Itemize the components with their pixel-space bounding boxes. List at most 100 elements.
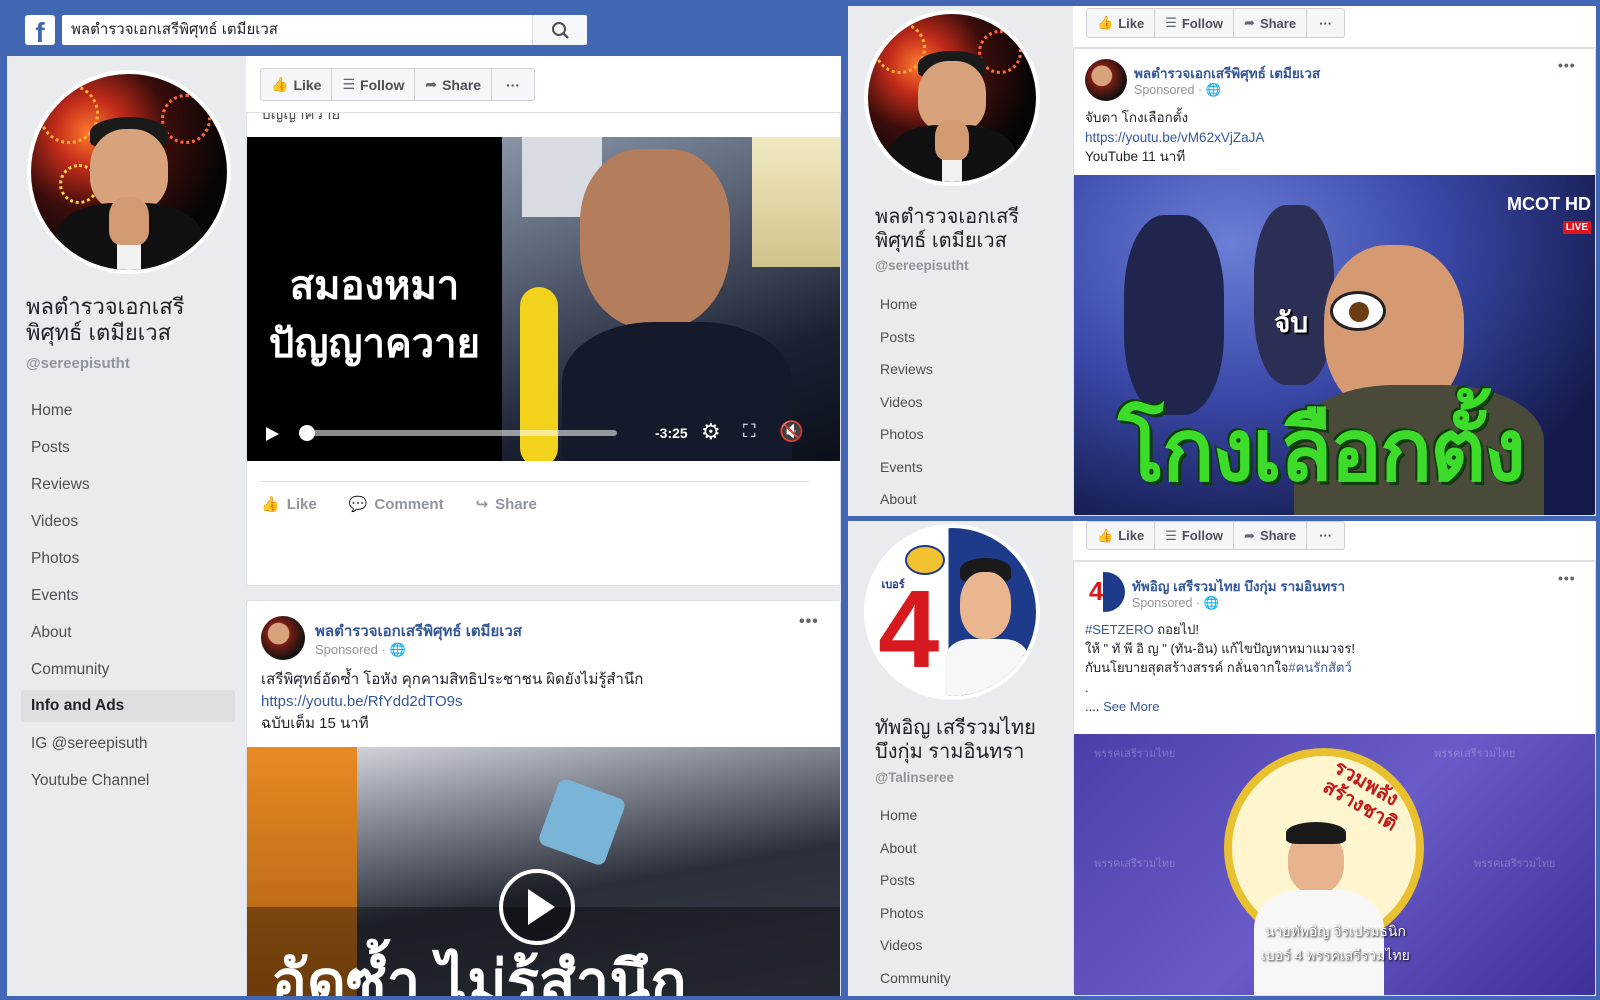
video-progress-bar[interactable]	[299, 425, 617, 441]
page-nav: Home Posts Reviews Videos Photos Events …	[21, 392, 235, 799]
search-icon	[552, 22, 569, 39]
video-scrubber-handle[interactable]	[299, 425, 316, 441]
video-thumbnail[interactable]: อัดซ้ำ ไม่รู้สำนึก	[247, 747, 840, 996]
watermark-text: พรรคเสรีรวมไทย	[1094, 858, 1176, 870]
hashtag-setzero[interactable]: #SETZERO	[1085, 622, 1154, 637]
nav-item-info-and-ads[interactable]: Info and Ads	[21, 690, 235, 722]
share-label: Share	[442, 76, 481, 93]
nav-item-photos[interactable]: Photos	[870, 897, 1040, 930]
nav-item-community[interactable]: Community	[870, 962, 1040, 995]
post-options-icon[interactable]: •••	[1558, 570, 1576, 586]
post-body: เสรีพิศุทธ์อัดซ้ำ โอหัง คุกคามสิทธิประชา…	[261, 669, 643, 734]
post-author-name[interactable]: ทัพอิญ เสรีรวมไทย บึงกุ่ม รามอินทรา	[1132, 575, 1345, 597]
post-text-fragment: ....	[1085, 698, 1104, 714]
page-handle[interactable]: @sereepisutht	[26, 355, 130, 372]
like-page-button[interactable]: 👍 Like	[1087, 9, 1156, 37]
post-options-icon[interactable]: •••	[1558, 57, 1576, 73]
caption-line-2: เบอร์ 4 พรรคเสรีรวมไทย	[1261, 946, 1410, 963]
more-options-button[interactable]: ···	[492, 69, 534, 100]
like-page-button[interactable]: 👍 Like	[261, 69, 333, 100]
sponsored-text: Sponsored ·	[315, 642, 386, 657]
facebook-logo-icon[interactable]: f	[25, 15, 55, 45]
globe-icon: 🌐	[389, 642, 406, 657]
post-options-icon[interactable]: •••	[799, 613, 819, 631]
nav-item-instagram[interactable]: IG @sereepisuth	[21, 725, 235, 762]
nav-item-home[interactable]: Home	[21, 392, 235, 429]
share-page-button[interactable]: ➦ Share	[1234, 522, 1308, 549]
nav-item-reviews[interactable]: Reviews	[21, 466, 235, 503]
audience-figure	[1254, 205, 1334, 385]
thumbs-up-icon: 👍	[271, 76, 289, 92]
nav-item-youtube-channel[interactable]: Youtube Channel	[21, 762, 235, 799]
post-author-name[interactable]: พลตำรวจเอกเสรีพิศุทธ์ เตมียเวส	[1134, 62, 1320, 84]
post-author-avatar[interactable]	[1085, 59, 1127, 101]
see-more-link[interactable]: See More	[1103, 699, 1159, 714]
share-post-button[interactable]: ↪ Share	[476, 495, 537, 514]
page-name-line-1: พลตำรวจเอกเสรี	[26, 294, 185, 319]
nav-item-events[interactable]: Events	[870, 451, 1040, 484]
settings-gear-icon[interactable]: ⚙	[701, 419, 721, 445]
share-page-button[interactable]: ➦ Share	[1234, 9, 1308, 37]
more-options-button[interactable]: ···	[1307, 522, 1344, 549]
comment-bubble-icon: 💬	[348, 496, 368, 513]
nav-item-videos[interactable]: Videos	[870, 929, 1040, 962]
nav-item-reviews[interactable]: Reviews	[870, 353, 1040, 386]
nav-item-photos[interactable]: Photos	[870, 418, 1040, 451]
page-handle[interactable]: @sereepisutht	[875, 258, 968, 273]
screenshot-panel-3: เบอร์ 4 ทัพอิญ เสรีรวมไทย บึงกุ่ม รามอิน…	[848, 521, 1596, 996]
nav-item-home[interactable]: Home	[870, 799, 1040, 832]
thumbs-up-icon: 👍	[1097, 527, 1114, 543]
page-name: พลตำรวจเอกเสรี พิศุทธ์ เตมียเวส	[26, 294, 246, 347]
nav-item-posts[interactable]: Posts	[21, 429, 235, 466]
post-author-avatar[interactable]	[1085, 572, 1125, 612]
video-thumbnail[interactable]: พรรคเสรีรวมไทย พรรคเสรีรวมไทย พรรคเสรีรว…	[1074, 734, 1595, 995]
search-button[interactable]	[532, 15, 587, 45]
play-icon[interactable]	[263, 425, 281, 443]
like-page-button[interactable]: 👍 Like	[1087, 522, 1156, 549]
post-link[interactable]: https://youtu.be/RfYdd2dTO9s	[261, 691, 643, 713]
post-text-line-1: #SETZERO ถอยไป!	[1085, 620, 1355, 639]
search-input[interactable]: พลตำรวจเอกเสรีพิศุทธ์ เตมียเวส	[62, 15, 532, 45]
like-label: Like	[293, 76, 322, 93]
post-author-avatar[interactable]	[261, 616, 305, 660]
nav-item-posts[interactable]: Posts	[870, 864, 1040, 897]
follow-page-button[interactable]: ☰ Follow	[1155, 522, 1235, 549]
nav-item-about[interactable]: About	[870, 483, 1040, 516]
mute-speaker-icon[interactable]: 🔇	[779, 419, 804, 444]
like-post-button[interactable]: 👍 Like	[261, 495, 317, 514]
nav-item-about[interactable]: About	[21, 614, 235, 651]
nav-item-videos[interactable]: Videos	[870, 386, 1040, 419]
nav-item-posts[interactable]: Posts	[870, 321, 1040, 354]
follow-page-button[interactable]: ☰ Follow	[332, 69, 416, 100]
post-body: จับตา โกงเลือกตั้ง https://youtu.be/vM62…	[1085, 108, 1264, 167]
profile-avatar[interactable]	[864, 10, 1040, 186]
comment-label: Comment	[374, 495, 444, 513]
fullscreen-icon[interactable]: ⛶	[743, 421, 756, 442]
post-card: ทัพอิญ เสรีรวมไทย บึงกุ่ม รามอินทรา Spon…	[1073, 561, 1596, 996]
comment-button[interactable]: 💬 Comment	[348, 495, 444, 514]
nav-item-photos[interactable]: Photos	[21, 540, 235, 577]
screenshot-panel-1: f พลตำรวจเอกเสรีพิศุทธ์ เตมียเวส พลตำรวจ…	[0, 0, 846, 1000]
nav-item-home[interactable]: Home	[870, 288, 1040, 321]
page-handle[interactable]: @Talinseree	[875, 770, 954, 785]
video-player[interactable]: สมองหมา ปัญญาควาย -3:25 ⚙ ⛶ 🔇	[247, 137, 840, 461]
more-label: ···	[1319, 15, 1333, 31]
nav-item-community[interactable]: Community	[21, 651, 235, 688]
profile-avatar[interactable]	[27, 70, 231, 274]
page-name: พลตำรวจเอกเสรี พิศุทธ์ เตมียเวส	[875, 205, 1055, 253]
post-author-name[interactable]: พลตำรวจเอกเสรีพิศุทธ์ เตมียเวส	[315, 619, 522, 643]
video-thumbnail[interactable]: MCOT HD LIVE จับ โกงเลือกตั้ง	[1074, 175, 1595, 515]
more-options-button[interactable]: ···	[1307, 9, 1344, 37]
follow-page-button[interactable]: ☰ Follow	[1155, 9, 1235, 37]
profile-avatar[interactable]: เบอร์ 4	[864, 524, 1040, 700]
nav-item-videos[interactable]: Videos	[21, 503, 235, 540]
page-name-line-2: บึงกุ่ม รามอินทรา	[875, 741, 1025, 763]
share-page-button[interactable]: ➦ Share	[415, 69, 492, 100]
post-link[interactable]: https://youtu.be/vM62xVjZaJA	[1085, 128, 1264, 148]
nav-item-about[interactable]: About	[870, 832, 1040, 865]
video-caption-text: อัดซ้ำ ไม่รู้สำนึก	[271, 949, 687, 996]
hashtag-animal-lovers[interactable]: #คนรักสัตว์	[1288, 660, 1351, 675]
nav-item-events[interactable]: Events	[21, 577, 235, 614]
share-arrow-icon: ➦	[425, 76, 438, 92]
action-button-group: 👍 Like ☰ Follow ➦ Share ···	[1086, 8, 1346, 38]
